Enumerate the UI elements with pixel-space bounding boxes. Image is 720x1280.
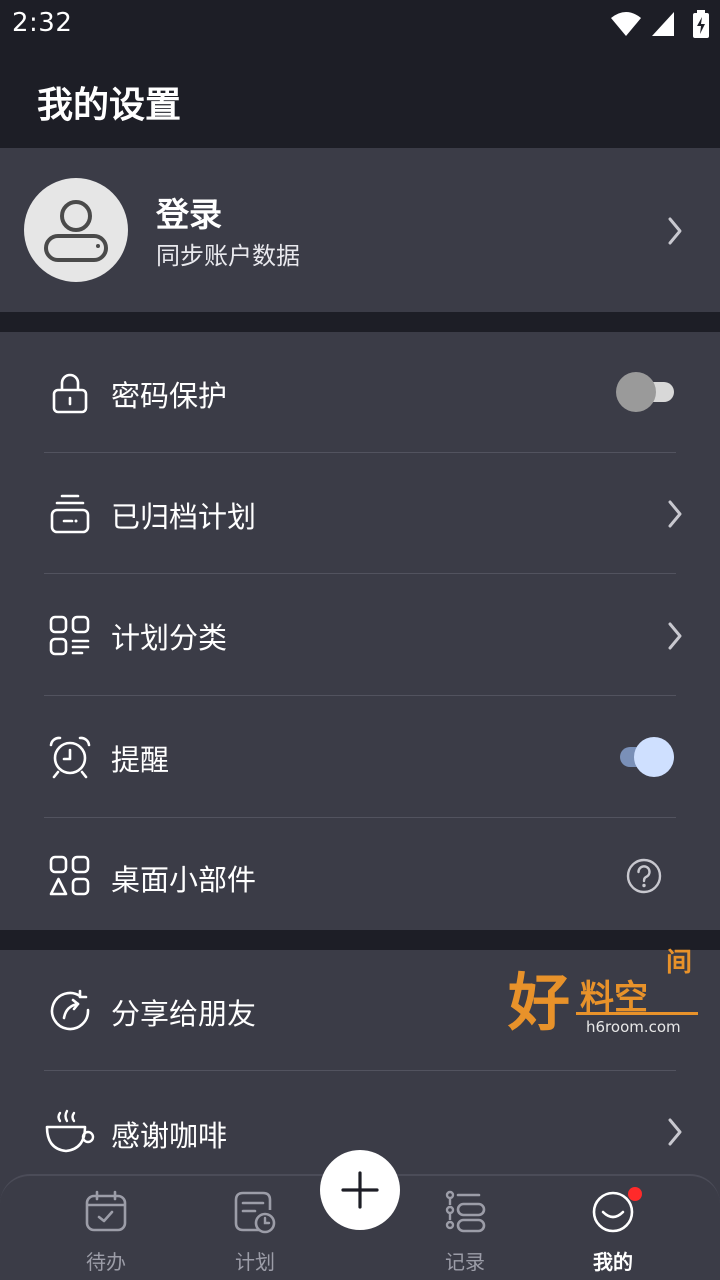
row-label: 提醒 <box>111 743 170 777</box>
category-grid-icon <box>49 615 90 656</box>
row-label: 桌面小部件 <box>111 863 257 897</box>
watermark-logo: 好 料空 间 h6room.com <box>498 942 708 1042</box>
notification-badge <box>628 1187 642 1201</box>
divider <box>44 695 676 696</box>
calendar-check-icon <box>85 1190 127 1232</box>
row-label: 分享给朋友 <box>111 997 257 1031</box>
alarm-clock-icon <box>49 736 91 779</box>
nav-label: 待办 <box>86 1250 126 1274</box>
wifi-icon <box>611 12 641 36</box>
add-button[interactable] <box>320 1150 400 1230</box>
divider <box>44 817 676 818</box>
widgets-icon <box>49 855 90 896</box>
watermark-main: 好 <box>508 966 571 1039</box>
nav-item-mine[interactable]: 我的 <box>563 1176 663 1280</box>
record-list-icon <box>445 1190 486 1233</box>
lock-icon <box>52 373 88 414</box>
login-title: 登录 <box>156 195 222 234</box>
nav-label: 计划 <box>235 1250 275 1274</box>
watermark-domain: h6room.com <box>586 1018 681 1036</box>
nav-item-plan[interactable]: 计划 <box>205 1176 305 1280</box>
watermark-top: 间 <box>666 948 693 978</box>
nav-item-record[interactable]: 记录 <box>415 1176 515 1280</box>
toggle-knob <box>616 372 656 412</box>
coffee-cup-icon <box>45 1109 95 1153</box>
settings-section: 密码保护 已归档计划 计划分类 提醒 桌面小部件 <box>0 332 720 930</box>
chevron-right-icon <box>668 622 682 650</box>
archive-icon <box>50 494 90 534</box>
watermark-underline <box>576 1012 698 1015</box>
plan-clock-icon <box>234 1191 276 1234</box>
row-widgets[interactable]: 桌面小部件 <box>0 819 720 940</box>
row-plan-categories[interactable]: 计划分类 <box>0 575 720 696</box>
chevron-right-icon <box>668 1118 682 1146</box>
avatar[interactable] <box>24 178 128 282</box>
page-title: 我的设置 <box>37 85 182 126</box>
login-subtitle: 同步账户数据 <box>156 242 300 270</box>
nav-label: 我的 <box>593 1250 633 1274</box>
signal-icon <box>652 12 674 36</box>
status-bar: 2:32 <box>0 0 720 48</box>
chevron-right-icon <box>668 500 682 528</box>
divider <box>44 573 676 574</box>
share-icon <box>50 989 90 1031</box>
plus-icon <box>341 1171 379 1209</box>
status-time: 2:32 <box>12 8 73 38</box>
row-archived-plans[interactable]: 已归档计划 <box>0 453 720 574</box>
login-card[interactable]: 登录 同步账户数据 <box>0 148 720 312</box>
nav-item-todo[interactable]: 待办 <box>56 1176 156 1280</box>
row-label: 密码保护 <box>111 379 228 413</box>
chevron-right-icon <box>668 217 682 245</box>
row-password-protect[interactable]: 密码保护 <box>0 332 720 453</box>
user-avatar-icon <box>44 200 108 262</box>
nav-label: 记录 <box>445 1250 485 1274</box>
row-label: 计划分类 <box>111 621 228 655</box>
row-reminder[interactable]: 提醒 <box>0 697 720 818</box>
row-label: 感谢咖啡 <box>111 1119 228 1153</box>
toggle-knob <box>634 737 674 777</box>
help-icon[interactable] <box>625 857 663 895</box>
app-header: 我的设置 <box>0 48 720 148</box>
battery-charging-icon <box>693 10 709 38</box>
row-label: 已归档计划 <box>111 500 257 534</box>
